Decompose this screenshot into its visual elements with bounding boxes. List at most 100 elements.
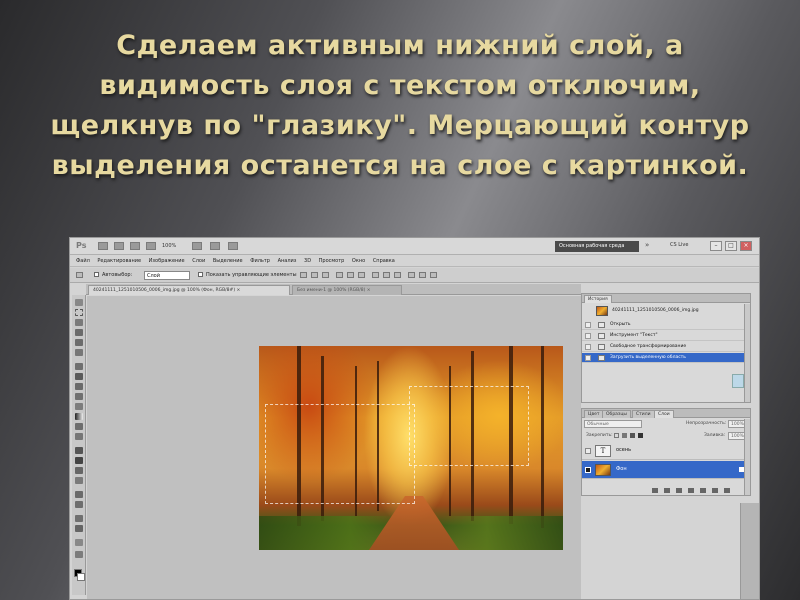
shape-tool-icon[interactable] xyxy=(75,477,83,484)
menu-file[interactable]: Файл xyxy=(76,256,90,267)
extras-icon[interactable] xyxy=(130,242,140,250)
history-state-checkbox[interactable] xyxy=(585,333,591,339)
distribute-hcenter-icon[interactable] xyxy=(419,272,426,278)
workspace-more-icon[interactable]: » xyxy=(645,241,649,249)
autoselect-dropdown[interactable]: Слой xyxy=(144,271,190,280)
visibility-toggle-off[interactable] xyxy=(585,448,591,454)
new-group-icon[interactable] xyxy=(700,488,706,493)
layer-row-text[interactable]: T осень xyxy=(582,442,750,460)
delete-layer-icon[interactable] xyxy=(724,488,730,493)
eraser-tool-icon[interactable] xyxy=(75,403,83,410)
layers-scrollbar[interactable] xyxy=(744,419,750,495)
tab-color[interactable]: Цвет xyxy=(584,410,604,418)
mini-bridge-icon[interactable] xyxy=(114,242,124,250)
align-top-icon[interactable] xyxy=(300,272,307,278)
distribute-top-icon[interactable] xyxy=(372,272,379,278)
marquee-tool-icon[interactable] xyxy=(75,309,83,316)
clone-stamp-tool-icon[interactable] xyxy=(75,383,83,390)
distribute-vcenter-icon[interactable] xyxy=(383,272,390,278)
default-colors-icon[interactable] xyxy=(75,539,83,546)
layer-style-icon[interactable] xyxy=(664,488,670,493)
workspace-switcher-button[interactable]: Основная рабочая среда xyxy=(555,241,639,252)
history-state-checkbox[interactable] xyxy=(585,355,591,361)
tab-autumn-image[interactable]: 40241111_1251010506_0006_img.jpg @ 100% … xyxy=(88,285,290,295)
eyedropper-tool-icon[interactable] xyxy=(75,349,83,356)
history-item[interactable]: Открыть xyxy=(582,320,750,330)
maximize-button[interactable]: □ xyxy=(725,241,737,251)
lasso-tool-icon[interactable] xyxy=(75,319,83,326)
history-snapshot-name[interactable]: 40241111_1251010506_0006_img.jpg xyxy=(612,308,699,313)
background-color-swatch[interactable] xyxy=(77,573,85,581)
align-right-icon[interactable] xyxy=(358,272,365,278)
zoom-tool-icon[interactable] xyxy=(75,525,83,532)
lock-all-icon[interactable] xyxy=(638,433,643,438)
dodge-tool-icon[interactable] xyxy=(75,433,83,440)
history-item[interactable]: Инструмент "Текст" xyxy=(582,331,750,341)
type-tool-icon[interactable] xyxy=(75,457,83,464)
autoselect-checkbox[interactable] xyxy=(94,272,99,277)
show-controls-checkbox[interactable] xyxy=(198,272,203,277)
3d-rotate-tool-icon[interactable] xyxy=(75,491,83,498)
move-tool-icon[interactable] xyxy=(75,299,83,306)
history-brush-tool-icon[interactable] xyxy=(75,393,83,400)
minimize-button[interactable]: – xyxy=(710,241,722,251)
layer-kind-dropdown[interactable]: Обычные xyxy=(584,420,642,428)
menu-edit[interactable]: Редактирование xyxy=(97,256,141,267)
screen-mode-icon[interactable] xyxy=(210,242,220,250)
lock-transparency-icon[interactable] xyxy=(614,433,619,438)
lock-pixels-icon[interactable] xyxy=(622,433,627,438)
history-scrollbar[interactable] xyxy=(744,304,750,402)
tab-history[interactable]: История xyxy=(584,295,612,303)
menu-help[interactable]: Справка xyxy=(373,256,395,267)
history-item-selected[interactable]: Загрузить выделенную область xyxy=(582,353,750,363)
align-hcenter-icon[interactable] xyxy=(347,272,354,278)
panel-collapse-icon[interactable] xyxy=(732,374,744,388)
arrange-icon[interactable] xyxy=(192,242,202,250)
3d-orbit-tool-icon[interactable] xyxy=(75,501,83,508)
hand-tool-icon[interactable] xyxy=(75,515,83,522)
distribute-left-icon[interactable] xyxy=(408,272,415,278)
zoom-level[interactable]: 100% xyxy=(162,243,176,249)
eye-icon[interactable] xyxy=(585,467,591,473)
menu-3d[interactable]: 3D xyxy=(304,256,311,267)
history-state-checkbox[interactable] xyxy=(585,344,591,350)
adjustment-layer-icon[interactable] xyxy=(688,488,694,493)
menu-layer[interactable]: Слои xyxy=(192,256,205,267)
menu-image[interactable]: Изображение xyxy=(149,256,185,267)
swap-colors-icon[interactable] xyxy=(75,551,83,558)
tab-styles[interactable]: Стили xyxy=(632,410,655,418)
distribute-bottom-icon[interactable] xyxy=(394,272,401,278)
tab-swatches[interactable]: Образцы xyxy=(602,410,631,418)
blur-tool-icon[interactable] xyxy=(75,423,83,430)
layer-row-background[interactable]: Фон xyxy=(582,461,750,479)
layer-name[interactable]: Фон xyxy=(616,466,627,472)
gradient-tool-icon[interactable] xyxy=(75,413,83,420)
history-state-checkbox[interactable] xyxy=(585,322,591,328)
distribute-right-icon[interactable] xyxy=(430,272,437,278)
quick-selection-tool-icon[interactable] xyxy=(75,329,83,336)
tab-layers[interactable]: Слои xyxy=(654,410,674,418)
link-layers-icon[interactable] xyxy=(652,488,658,493)
cs-live-button[interactable]: CS Live xyxy=(670,242,688,248)
tab-untitled[interactable]: Без имени-1 @ 100% (RGB/8) × xyxy=(292,285,402,295)
bridge-icon[interactable] xyxy=(98,242,108,250)
menu-analysis[interactable]: Анализ xyxy=(278,256,297,267)
menu-filter[interactable]: Фильтр xyxy=(250,256,270,267)
menu-view[interactable]: Просмотр xyxy=(319,256,345,267)
pen-tool-icon[interactable] xyxy=(75,447,83,454)
menu-window[interactable]: Окно xyxy=(352,256,365,267)
path-selection-tool-icon[interactable] xyxy=(75,467,83,474)
align-vcenter-icon[interactable] xyxy=(311,272,318,278)
close-button[interactable]: × xyxy=(740,241,752,251)
layer-name[interactable]: осень xyxy=(616,447,631,453)
document-canvas[interactable] xyxy=(87,296,581,599)
healing-brush-tool-icon[interactable] xyxy=(75,363,83,370)
screen-mode-dropdown-icon[interactable] xyxy=(228,242,238,250)
crop-tool-icon[interactable] xyxy=(75,339,83,346)
lock-position-icon[interactable] xyxy=(630,433,635,438)
history-item[interactable]: Свободное трансформирование xyxy=(582,342,750,352)
move-tool-preset-icon[interactable] xyxy=(76,272,83,278)
align-bottom-icon[interactable] xyxy=(322,272,329,278)
new-layer-icon[interactable] xyxy=(712,488,718,493)
align-left-icon[interactable] xyxy=(336,272,343,278)
